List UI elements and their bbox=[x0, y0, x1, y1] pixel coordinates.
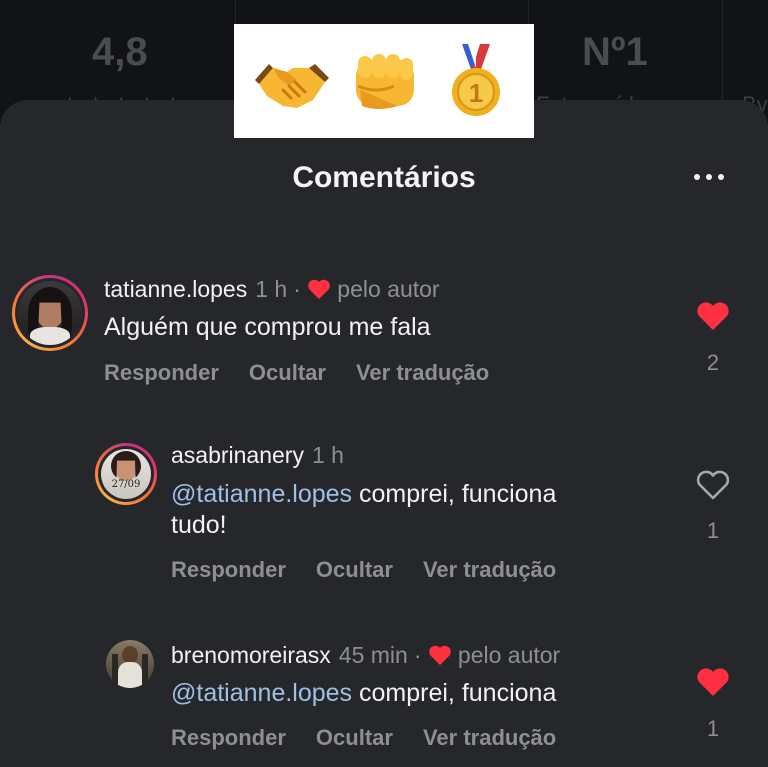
avatar-date-label: 27/09 bbox=[111, 479, 141, 490]
divider bbox=[722, 0, 723, 110]
comment-username[interactable]: asabrinanery bbox=[171, 442, 304, 468]
rank-value: Nº1 bbox=[582, 30, 648, 74]
comment-text: Alguém que comprou me fala bbox=[104, 313, 431, 341]
heart-icon[interactable] bbox=[695, 469, 731, 501]
reply-button[interactable]: Responder bbox=[171, 725, 286, 750]
heart-icon[interactable] bbox=[695, 666, 731, 698]
gold-medal-icon: 1 bbox=[437, 42, 515, 120]
svg-text:1: 1 bbox=[469, 78, 483, 108]
mention-link[interactable]: @tatianne.lopes bbox=[171, 679, 352, 707]
comment-body: comprei, funciona bbox=[359, 480, 557, 508]
comment-meta: asabrinanery 1 h bbox=[171, 442, 344, 469]
translate-button[interactable]: Ver tradução bbox=[423, 557, 556, 582]
hide-button[interactable]: Ocultar bbox=[316, 557, 393, 582]
handshake-icon bbox=[253, 42, 331, 120]
heart-icon[interactable] bbox=[695, 300, 731, 332]
avatar[interactable] bbox=[106, 640, 154, 688]
author-liked-heart-icon bbox=[428, 645, 451, 665]
comment-meta: tatianne.lopes 1 h · pelo autor bbox=[104, 276, 440, 302]
hide-button[interactable]: Ocultar bbox=[249, 360, 326, 385]
author-liked-heart-icon bbox=[308, 279, 330, 299]
comment-meta: brenomoreirasx 45 min · pelo autor bbox=[171, 642, 561, 668]
comment-actions: Responder Ocultar Ver tradução bbox=[171, 557, 586, 583]
hide-button[interactable]: Ocultar bbox=[316, 725, 393, 750]
like-count: 2 bbox=[706, 350, 720, 375]
like-count: 1 bbox=[706, 716, 720, 741]
reply-button[interactable]: Responder bbox=[171, 557, 286, 582]
sheet-title: Comentários bbox=[292, 161, 476, 194]
comment-body: comprei, funciona bbox=[359, 679, 557, 707]
comment-text: @tatianne.lopes comprei, funciona tudo! bbox=[171, 479, 671, 541]
comment-actions: Responder Ocultar Ver tradução bbox=[171, 725, 586, 751]
emoji-banner: 1 bbox=[234, 24, 534, 138]
avatar[interactable] bbox=[12, 275, 88, 351]
mention-link[interactable]: @tatianne.lopes bbox=[171, 480, 352, 508]
liked-by-author-label: pelo autor bbox=[337, 276, 440, 302]
comment-time: 1 h bbox=[255, 276, 288, 302]
translate-button[interactable]: Ver tradução bbox=[423, 725, 556, 750]
more-options-icon[interactable] bbox=[694, 165, 734, 189]
comment-time: 1 h bbox=[311, 442, 344, 468]
translate-button[interactable]: Ver tradução bbox=[356, 360, 489, 385]
comment-actions: Responder Ocultar Ver tradução bbox=[104, 360, 519, 386]
avatar[interactable]: 27/09 bbox=[95, 443, 157, 505]
comment-body-line2: tudo! bbox=[171, 511, 227, 539]
like-count: 1 bbox=[706, 518, 720, 543]
comment-username[interactable]: brenomoreirasx bbox=[171, 642, 331, 668]
reply-button[interactable]: Responder bbox=[104, 360, 219, 385]
liked-by-author-label: pelo autor bbox=[457, 642, 561, 668]
comment-username[interactable]: tatianne.lopes bbox=[104, 276, 247, 302]
fist-icon bbox=[345, 42, 423, 120]
rating-value: 4,8 bbox=[92, 30, 148, 74]
comment-time: 45 min bbox=[338, 642, 408, 668]
comment-text: @tatianne.lopes comprei, funciona bbox=[171, 678, 671, 709]
